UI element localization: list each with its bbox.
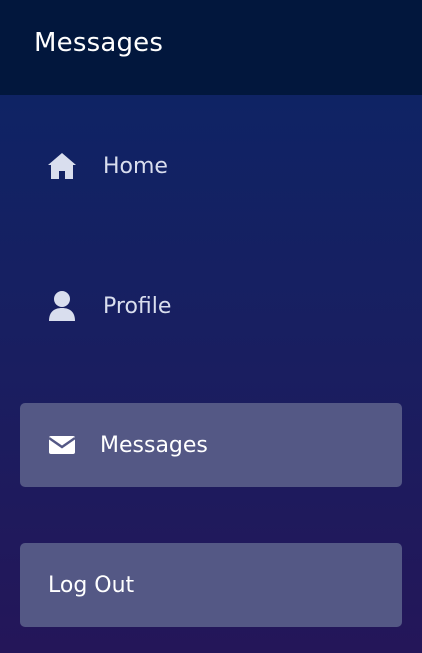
- nav-item-messages[interactable]: Messages: [20, 403, 402, 487]
- nav-item-label: Profile: [103, 293, 172, 319]
- home-icon: [46, 150, 78, 182]
- page-title: Messages: [34, 27, 164, 58]
- envelope-icon: [46, 429, 78, 461]
- nav-item-label: Messages: [100, 432, 208, 458]
- nav-item-label: Home: [103, 153, 168, 179]
- logout-label: Log Out: [48, 572, 135, 598]
- logout-button[interactable]: Log Out: [20, 543, 402, 627]
- app-header: Messages: [0, 0, 422, 95]
- nav-item-home[interactable]: Home: [20, 124, 402, 208]
- nav-item-profile[interactable]: Profile: [20, 264, 402, 348]
- user-icon: [46, 290, 78, 322]
